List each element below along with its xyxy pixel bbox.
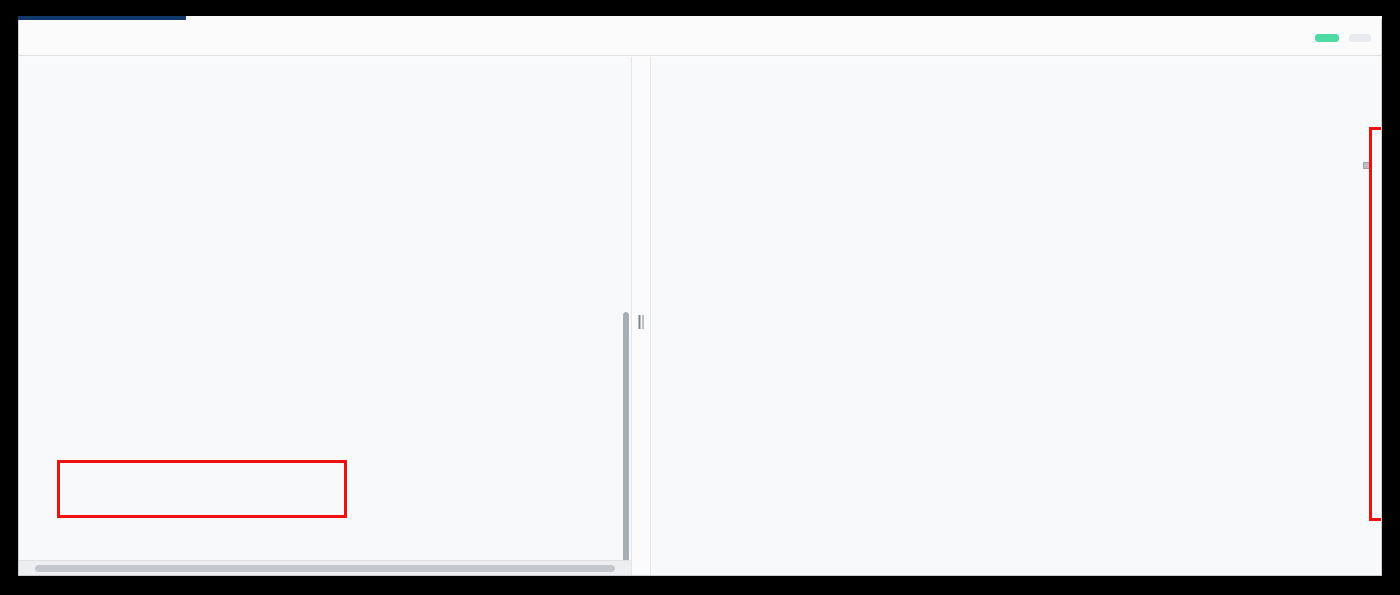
bottom-horizontal-scrollbar[interactable] [19, 560, 631, 575]
menu-item-settings[interactable] [27, 34, 51, 42]
right-gutter-marker[interactable] [1363, 162, 1371, 169]
menu-bar [19, 20, 1381, 56]
horizontal-scrollbar-thumb[interactable] [35, 565, 615, 572]
menu-item-history[interactable] [19, 34, 27, 42]
left-scrollbar-thumb[interactable] [623, 312, 629, 562]
pane-splitter[interactable] [631, 57, 651, 575]
menu-item-help[interactable] [51, 34, 75, 42]
kibana-dev-tools-window [18, 16, 1382, 576]
response-time-badge [1349, 33, 1371, 42]
request-pane[interactable] [19, 57, 631, 575]
window-top-strip [18, 16, 1382, 19]
screen-root [0, 0, 1400, 595]
response-pane[interactable] [651, 57, 1381, 575]
left-vertical-scrollbar[interactable] [621, 57, 631, 575]
active-tab-accent [18, 16, 186, 20]
status-badge [1315, 33, 1339, 42]
editor-split-container [19, 57, 1381, 575]
request-code-area[interactable] [19, 57, 631, 575]
splitter-grip-icon[interactable] [638, 315, 644, 329]
response-code-area[interactable] [651, 57, 1381, 575]
